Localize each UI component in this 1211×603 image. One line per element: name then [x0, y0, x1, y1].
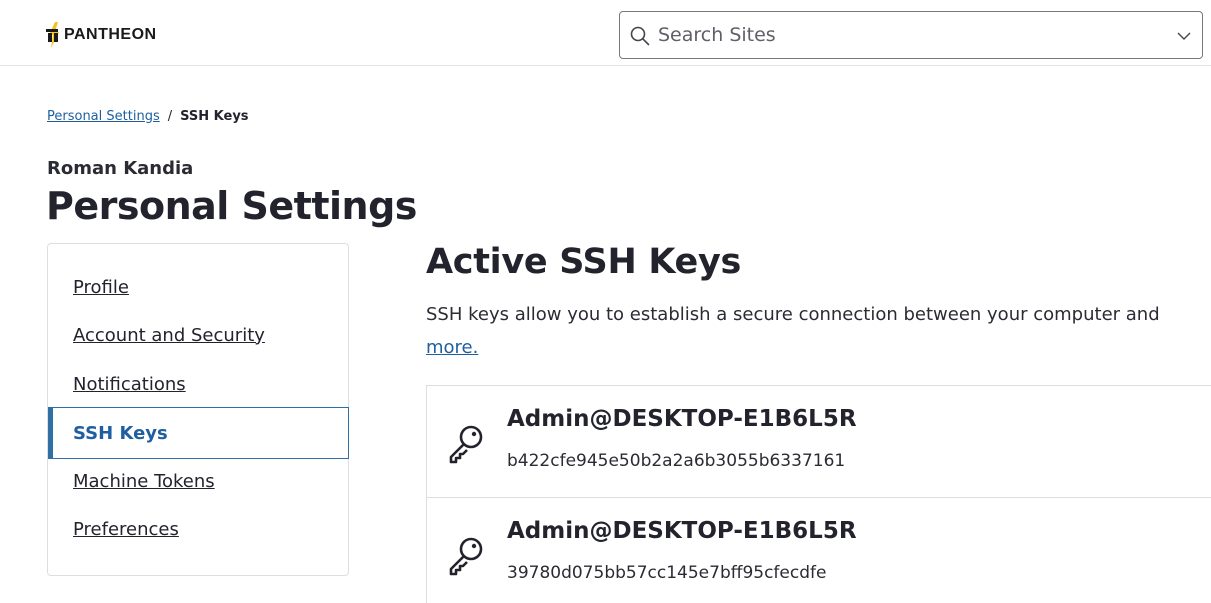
- sidebar-item-account-security[interactable]: Account and Security: [48, 311, 348, 359]
- breadcrumb: Personal Settings / SSH Keys: [47, 106, 249, 126]
- key-icon: [449, 425, 483, 464]
- ssh-key-name: Admin@DESKTOP-E1B6L5R: [507, 406, 857, 432]
- sidebar-item-notifications[interactable]: Notifications: [48, 360, 348, 408]
- search-input[interactable]: [658, 12, 1158, 58]
- page-title: Personal Settings: [46, 184, 417, 228]
- ssh-key-row: Admin@DESKTOP-E1B6L5R 39780d075bb57cc145…: [427, 497, 1211, 603]
- user-name: Roman Kandia: [47, 158, 194, 179]
- section-title: Active SSH Keys: [426, 242, 742, 282]
- pantheon-logo-icon: [46, 22, 59, 48]
- ssh-key-fingerprint: b422cfe945e50b2a2a6b3055b6337161: [507, 451, 846, 471]
- logo-text: PANTHEON: [64, 26, 157, 43]
- ssh-key-row: Admin@DESKTOP-E1B6L5R b422cfe945e50b2a2a…: [427, 386, 1211, 497]
- sidebar-item-profile[interactable]: Profile: [48, 263, 348, 311]
- breadcrumb-current: SSH Keys: [180, 108, 249, 124]
- ssh-key-name: Admin@DESKTOP-E1B6L5R: [507, 518, 857, 544]
- ssh-keys-list: Admin@DESKTOP-E1B6L5R b422cfe945e50b2a2a…: [426, 385, 1211, 603]
- search-sites-box[interactable]: [619, 11, 1203, 59]
- ssh-key-fingerprint: 39780d075bb57cc145e7bff95cfecdfe: [507, 563, 827, 583]
- settings-sidebar: Profile Account and Security Notificatio…: [47, 243, 349, 576]
- breadcrumb-link-personal-settings[interactable]: Personal Settings: [47, 109, 160, 124]
- sidebar-item-preferences[interactable]: Preferences: [48, 505, 348, 553]
- key-icon: [449, 537, 483, 576]
- learn-more-link[interactable]: more.: [426, 337, 478, 358]
- sidebar-item-machine-tokens[interactable]: Machine Tokens: [48, 457, 348, 505]
- chevron-down-icon[interactable]: [1176, 28, 1192, 44]
- top-header: PANTHEON: [0, 0, 1211, 66]
- search-icon: [630, 26, 650, 46]
- ssh-description: SSH keys allow you to establish a secure…: [426, 304, 1160, 325]
- page: PANTHEON Personal Settings / SSH Keys Ro…: [0, 0, 1211, 603]
- sidebar-item-ssh-keys[interactable]: SSH Keys: [48, 407, 349, 459]
- pantheon-logo[interactable]: PANTHEON: [46, 22, 157, 48]
- breadcrumb-separator: /: [167, 108, 173, 124]
